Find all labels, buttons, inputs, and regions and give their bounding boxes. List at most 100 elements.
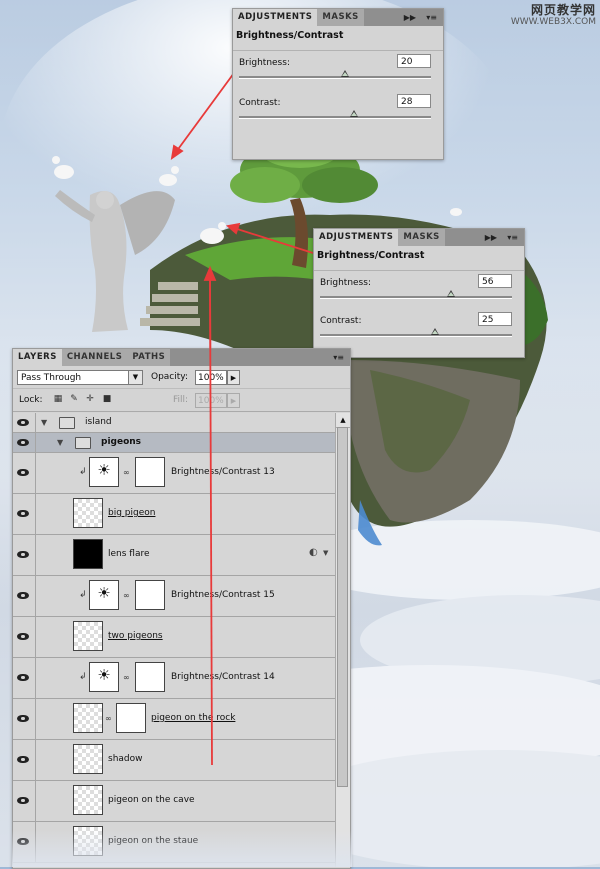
tab-paths[interactable]: PATHS xyxy=(127,349,171,366)
panel-menu-icon[interactable]: ▾≡ xyxy=(330,351,347,364)
tab-masks[interactable]: MASKS xyxy=(317,9,364,26)
chevron-down-icon[interactable]: ▼ xyxy=(128,371,142,384)
link-chain-icon[interactable]: ∞ xyxy=(123,468,130,477)
layer-row-brightness-contrast-13[interactable]: ↲ ☀ ∞ Brightness/Contrast 13 xyxy=(13,453,335,494)
layers-scrollbar[interactable]: ▲ xyxy=(335,413,350,867)
contrast-row: Contrast: 25 xyxy=(314,309,524,345)
tab-adjustments[interactable]: ADJUSTMENTS xyxy=(314,229,399,246)
contrast-field[interactable]: 28 xyxy=(397,94,431,108)
contrast-field[interactable]: 25 xyxy=(478,312,512,326)
visibility-eye-icon[interactable] xyxy=(13,576,36,616)
layer-name: island xyxy=(85,417,112,427)
brightness-slider-thumb[interactable] xyxy=(446,290,455,297)
tab-adjustments[interactable]: ADJUSTMENTS xyxy=(233,9,318,26)
layer-row-big-pigeon[interactable]: big pigeon xyxy=(13,494,335,535)
contrast-slider-track[interactable] xyxy=(320,334,512,337)
panel-menu-icon[interactable]: ▾≡ xyxy=(423,11,440,24)
clipping-arrow-icon: ↲ xyxy=(79,467,87,477)
triangle-down-icon[interactable]: ▼ xyxy=(41,418,47,427)
layer-name: pigeons xyxy=(101,437,142,447)
scroll-up-icon[interactable]: ▲ xyxy=(336,413,350,428)
visibility-eye-icon[interactable] xyxy=(13,699,36,739)
adjustment-title: Brightness/Contrast xyxy=(314,246,524,271)
brightness-slider-thumb[interactable] xyxy=(340,70,349,77)
layer-mask-thumbnail[interactable] xyxy=(135,580,165,610)
layer-row-shadow[interactable]: shadow xyxy=(13,740,335,781)
blend-mode-value: Pass Through xyxy=(21,373,82,383)
adjustment-icon: ☀ xyxy=(89,457,119,487)
layer-name: pigeon on the staue xyxy=(108,836,199,846)
layer-row-pigeon-on-the-cave[interactable]: pigeon on the cave xyxy=(13,781,335,822)
tab-layers[interactable]: LAYERS xyxy=(13,349,62,366)
collapse-icon[interactable]: ▶▶ xyxy=(482,231,500,244)
scrollbar-thumb[interactable] xyxy=(337,427,348,787)
brightness-row: Brightness: 20 xyxy=(233,51,443,91)
opacity-field[interactable]: 100% xyxy=(195,370,227,385)
visibility-eye-icon[interactable] xyxy=(13,535,36,575)
lock-label: Lock: xyxy=(19,395,43,405)
fill-slider-button[interactable]: ▶ xyxy=(227,393,240,408)
layer-mask-thumbnail[interactable] xyxy=(116,703,146,733)
layer-name: two pigeons xyxy=(108,631,163,641)
chevron-down-icon[interactable]: ▼ xyxy=(323,549,328,557)
layer-row-brightness-contrast-15[interactable]: ↲ ☀ ∞ Brightness/Contrast 15 xyxy=(13,576,335,617)
visibility-eye-icon[interactable] xyxy=(13,453,36,493)
visibility-eye-icon[interactable] xyxy=(13,740,36,780)
visibility-eye-icon[interactable] xyxy=(13,433,36,452)
visibility-eye-icon[interactable] xyxy=(13,413,36,432)
layer-row-lens-flare[interactable]: lens flare ◐ ▼ xyxy=(13,535,335,576)
lock-position-icon[interactable]: ✛ xyxy=(85,394,95,404)
visibility-eye-icon[interactable] xyxy=(13,658,36,698)
layer-row-pigeons[interactable]: ▼ pigeons xyxy=(13,433,335,453)
adjustment-title: Brightness/Contrast xyxy=(233,26,443,51)
brightness-label: Brightness: xyxy=(320,278,371,288)
link-chain-icon[interactable]: ∞ xyxy=(123,673,130,682)
visibility-eye-icon[interactable] xyxy=(13,822,36,862)
lock-image-icon[interactable]: ✎ xyxy=(69,394,79,404)
triangle-down-icon[interactable]: ▼ xyxy=(57,438,63,447)
clipping-arrow-icon: ↲ xyxy=(79,672,87,682)
layer-row-two-pigeons[interactable]: two pigeons xyxy=(13,617,335,658)
clipping-arrow-icon: ↲ xyxy=(79,590,87,600)
layer-thumbnail xyxy=(73,498,103,528)
brightness-row: Brightness: 56 xyxy=(314,271,524,309)
layer-row-pigeon-on-the-staue[interactable]: pigeon on the staue xyxy=(13,822,335,863)
link-chain-icon[interactable]: ∞ xyxy=(105,714,112,723)
layer-name: Brightness/Contrast 14 xyxy=(171,672,275,682)
opacity-label: Opacity: xyxy=(151,372,188,382)
brightness-field[interactable]: 20 xyxy=(397,54,431,68)
layer-row-brightness-contrast-14[interactable]: ↲ ☀ ∞ Brightness/Contrast 14 xyxy=(13,658,335,699)
watermark-url: WWW.WEB3X.COM xyxy=(510,17,596,27)
layer-style-icon[interactable]: ◐ xyxy=(309,547,318,558)
collapse-icon[interactable]: ▶▶ xyxy=(401,11,419,24)
opacity-slider-button[interactable]: ▶ xyxy=(227,370,240,385)
blend-mode-select[interactable]: Pass Through ▼ xyxy=(17,370,143,385)
layer-name: shadow xyxy=(108,754,143,764)
tab-masks[interactable]: MASKS xyxy=(398,229,445,246)
fill-label: Fill: xyxy=(173,395,189,405)
layer-name: lens flare xyxy=(108,549,150,559)
visibility-eye-icon[interactable] xyxy=(13,617,36,657)
visibility-eye-icon[interactable] xyxy=(13,494,36,534)
contrast-label: Contrast: xyxy=(320,316,362,326)
layer-row-island[interactable]: ▼ island xyxy=(13,413,335,433)
visibility-eye-icon[interactable] xyxy=(13,781,36,821)
layer-thumbnail xyxy=(73,785,103,815)
fill-field[interactable]: 100% xyxy=(195,393,227,408)
layer-row-pigeon-on-the-rock[interactable]: ∞ pigeon on the rock xyxy=(13,699,335,740)
panel-menu-icon[interactable]: ▾≡ xyxy=(504,231,521,244)
link-chain-icon[interactable]: ∞ xyxy=(123,591,130,600)
lock-transparent-icon[interactable]: ▦ xyxy=(53,394,63,404)
layer-mask-thumbnail[interactable] xyxy=(135,662,165,692)
contrast-slider-thumb[interactable] xyxy=(431,328,440,335)
tab-channels[interactable]: CHANNELS xyxy=(61,349,128,366)
brightness-field[interactable]: 56 xyxy=(478,274,512,288)
brightness-slider-track[interactable] xyxy=(239,76,431,79)
brightness-label: Brightness: xyxy=(239,58,290,68)
layer-mask-thumbnail[interactable] xyxy=(135,457,165,487)
lock-bar: Lock: ▦ ✎ ✛ ■ Fill: 100% ▶ xyxy=(13,389,350,412)
contrast-slider-track[interactable] xyxy=(239,116,431,119)
lock-all-icon[interactable]: ■ xyxy=(102,394,112,404)
brightness-slider-track[interactable] xyxy=(320,296,512,299)
contrast-slider-thumb[interactable] xyxy=(350,110,359,117)
